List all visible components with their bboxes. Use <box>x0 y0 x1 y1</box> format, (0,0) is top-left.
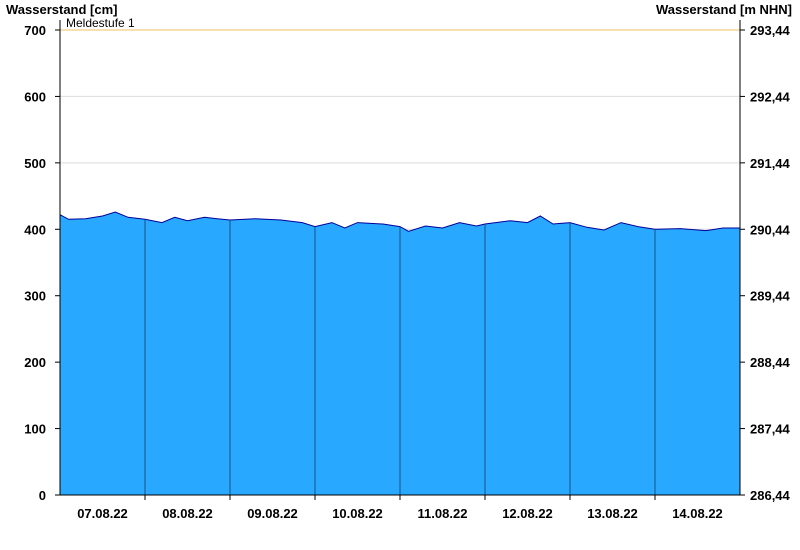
y-tick-label-right: 287,44 <box>750 422 791 437</box>
y-axis-right-label: Wasserstand [m NHN] <box>656 2 792 17</box>
y-axis-right-ticks: 286,44 287,44 288,44 289,44 290,44 291,44 292,… <box>740 23 791 503</box>
y-tick-label-right: 286,44 <box>750 488 791 503</box>
y-axis-left-ticks: 0 100 200 300 400 500 600 700 <box>24 23 60 503</box>
y-tick-label-left: 0 <box>39 488 46 503</box>
x-tick-label: 08.08.22 <box>162 506 213 521</box>
water-level-chart: Meldestufe 1 0 100 200 300 400 500 600 700 286,… <box>6 2 792 521</box>
y-tick-label-right: 289,44 <box>750 289 791 304</box>
x-tick-label: 11.08.22 <box>418 506 468 521</box>
y-tick-label-left: 200 <box>24 355 46 370</box>
x-axis-ticks: 07.08.22 08.08.22 09.08.22 10.08.22 11.08.22… <box>77 495 723 521</box>
y-tick-label-right: 292,44 <box>750 89 791 104</box>
x-tick-label: 07.08.22 <box>77 506 128 521</box>
y-tick-label-right: 291,44 <box>750 156 791 171</box>
y-tick-label-left: 100 <box>24 422 46 437</box>
y-axis-left-label: Wasserstand [cm] <box>6 2 118 17</box>
x-tick-label: 13.08.22 <box>587 506 638 521</box>
y-tick-label-left: 600 <box>24 89 46 104</box>
y-tick-label-left: 300 <box>24 289 46 304</box>
x-tick-label: 10.08.22 <box>332 506 383 521</box>
y-tick-label-right: 288,44 <box>750 355 791 370</box>
x-tick-label: 12.08.22 <box>502 506 553 521</box>
meldestufe-label: Meldestufe 1 <box>66 16 135 30</box>
y-tick-label-left: 400 <box>24 222 46 237</box>
y-tick-label-left: 700 <box>24 23 46 38</box>
x-tick-label: 09.08.22 <box>247 506 298 521</box>
y-tick-label-left: 500 <box>24 156 46 171</box>
x-tick-label: 14.08.22 <box>672 506 723 521</box>
y-tick-label-right: 290,44 <box>750 222 791 237</box>
y-tick-label-right: 293,44 <box>750 23 791 38</box>
